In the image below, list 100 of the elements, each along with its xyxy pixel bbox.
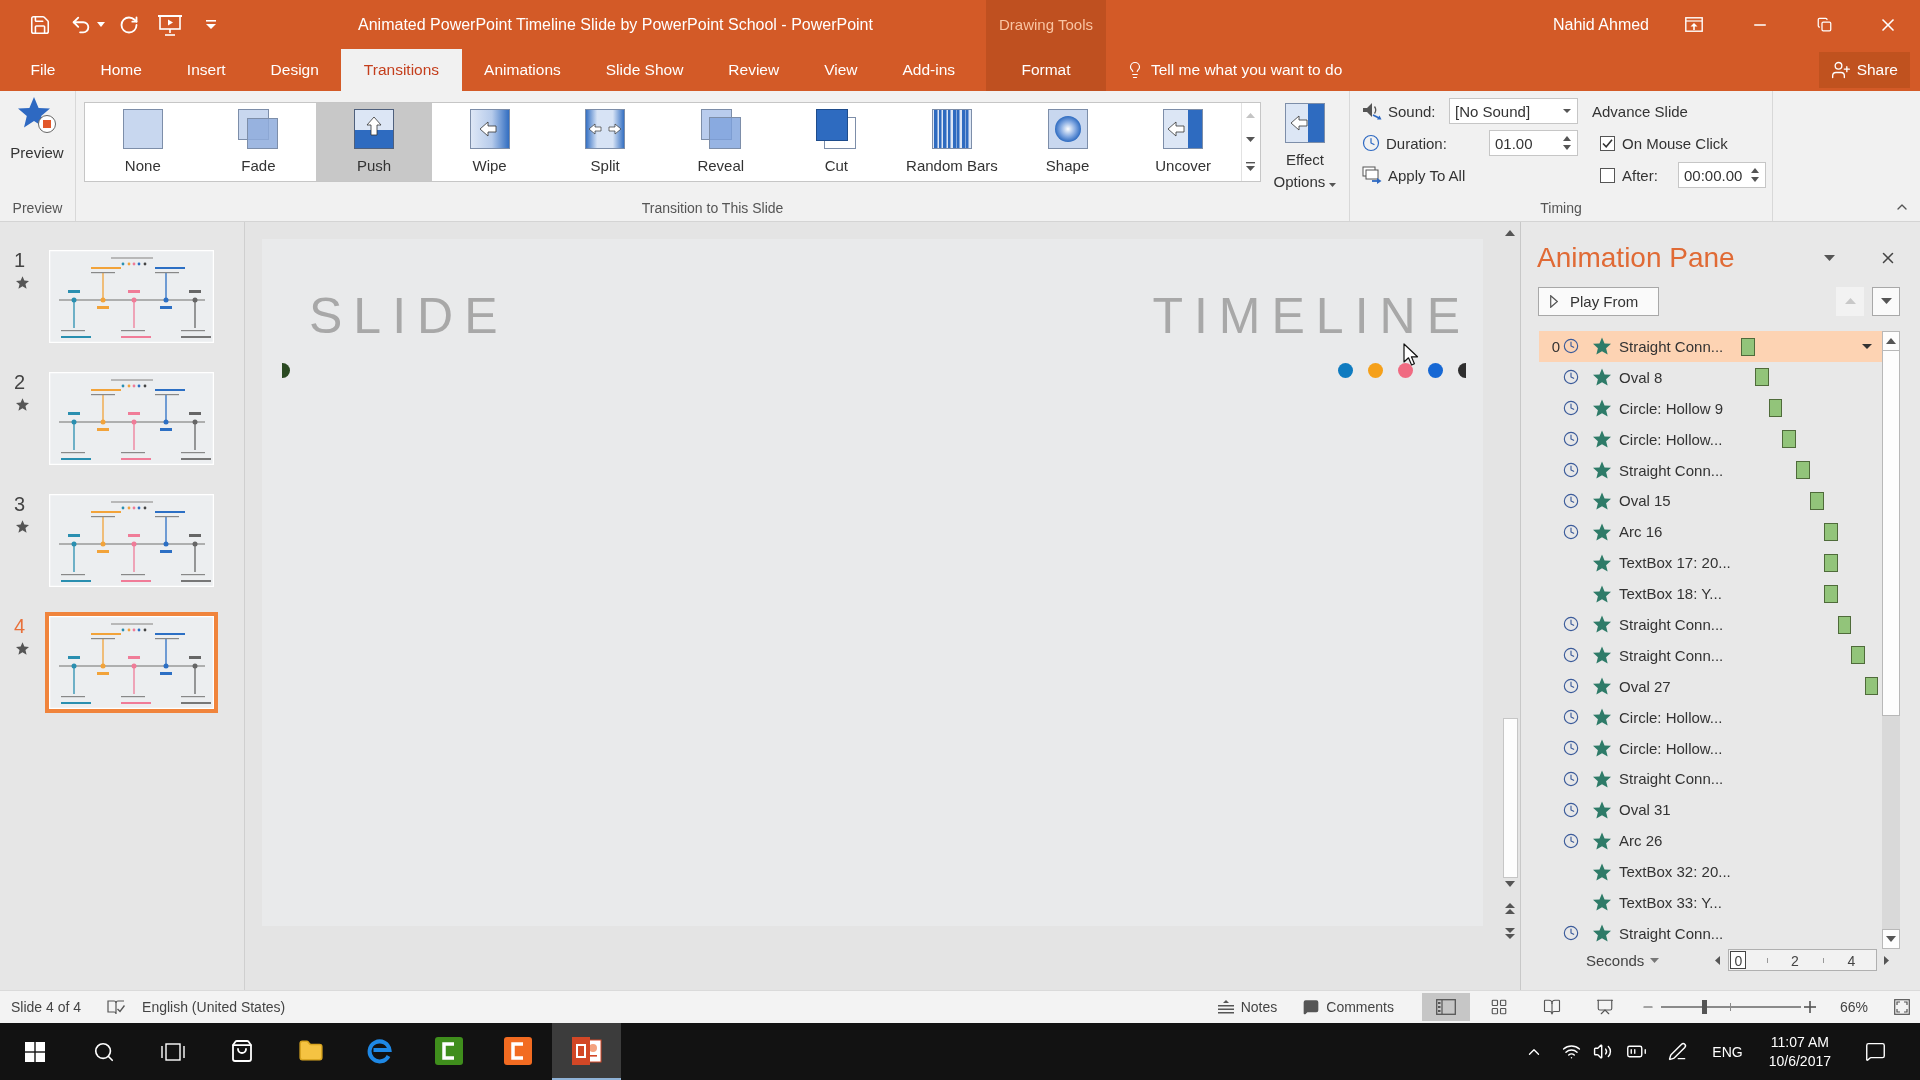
taskbar-button[interactable]	[552, 1023, 621, 1080]
animation-item[interactable]: Straight Conn...	[1539, 917, 1882, 949]
sound-dropdown[interactable]: [No Sound]	[1449, 98, 1578, 124]
restore-icon[interactable]	[1816, 17, 1832, 32]
animation-item[interactable]: Straight Conn...	[1539, 763, 1882, 795]
spin-arrows-icon[interactable]	[1751, 167, 1759, 183]
transition-option[interactable]: Cut	[778, 103, 895, 181]
ribbon-tab[interactable]: View	[801, 49, 880, 91]
scroll-down-icon[interactable]	[1246, 137, 1256, 143]
ribbon-tab[interactable]: Transitions	[341, 49, 462, 91]
transition-option[interactable]: None	[85, 103, 201, 181]
fit-to-window-icon[interactable]	[1894, 999, 1910, 1015]
scroll-down-icon[interactable]	[1505, 881, 1515, 887]
transition-option[interactable]: Uncover	[1125, 103, 1241, 181]
down-triangle-icon	[1886, 936, 1896, 942]
scroll-up-button[interactable]	[1882, 331, 1900, 351]
ribbon-tab[interactable]: Slide Show	[583, 49, 706, 91]
ribbon-tab[interactable]: Add-ins	[880, 49, 978, 91]
animation-item[interactable]: Circle: Hollow...	[1539, 701, 1882, 733]
transition-option[interactable]: Fade	[200, 103, 317, 181]
animation-item[interactable]: Oval 15	[1539, 485, 1882, 517]
animation-item[interactable]: Straight Conn...	[1539, 609, 1882, 640]
ribbon-tab[interactable]: Home	[78, 49, 165, 91]
network-icon[interactable]	[1562, 1042, 1582, 1061]
ribbon-tab[interactable]: Format	[986, 49, 1106, 91]
scroll-left-icon[interactable]	[1715, 955, 1721, 965]
after-time-spinner[interactable]: 00:00.00	[1678, 162, 1766, 188]
scrollbar-thumb[interactable]	[1502, 718, 1518, 878]
windows-start-icon[interactable]	[24, 1041, 45, 1062]
ribbon-tab[interactable]: Design	[248, 49, 342, 91]
previous-slide-icon[interactable]	[1505, 903, 1515, 914]
animation-item[interactable]: Oval 27	[1539, 670, 1882, 702]
ribbon-tab[interactable]: File	[8, 49, 78, 91]
animation-item[interactable]: Oval 8	[1539, 361, 1882, 393]
ribbon-tab[interactable]: Animations	[461, 49, 584, 91]
animation-item[interactable]: Straight Conn...	[1539, 639, 1882, 671]
zoom-in-icon[interactable]	[1803, 1001, 1816, 1013]
item-label: Oval 27	[1619, 677, 1672, 695]
animation-item[interactable]: Circle: Hollow...	[1539, 423, 1882, 455]
share-button[interactable]: Share	[1818, 52, 1910, 88]
transition-option[interactable]: Reveal	[662, 103, 779, 181]
animation-item[interactable]: TextBox 17: 20...	[1539, 547, 1882, 579]
checkbox[interactable]	[1600, 135, 1615, 151]
animation-item[interactable]: TextBox 18: Y...	[1539, 578, 1882, 609]
zoom-slider-thumb[interactable]	[1701, 1000, 1707, 1014]
caret-icon[interactable]	[97, 22, 105, 27]
ribbon-tab[interactable]: Insert	[164, 49, 249, 91]
task-view-icon[interactable]	[160, 1041, 185, 1062]
animation-item[interactable]: Straight Conn...	[1539, 454, 1882, 486]
scroll-up-icon[interactable]	[1505, 230, 1515, 236]
left-arrow-panel-icon	[1162, 108, 1205, 150]
screen-play-icon[interactable]	[158, 13, 182, 36]
animation-item[interactable]: Circle: Hollow 9	[1539, 392, 1882, 424]
ribbon-display-options-icon[interactable]	[1685, 17, 1703, 32]
animation-item[interactable]: TextBox 32: 20...	[1539, 856, 1882, 888]
animation-item[interactable]: Arc 16	[1539, 516, 1882, 548]
effect-options-button[interactable]: Effect Options	[1269, 102, 1341, 193]
transition-option[interactable]: Shape	[1009, 103, 1126, 181]
redo-icon[interactable]	[119, 14, 139, 35]
time-unit-dropdown[interactable]: Seconds	[1586, 951, 1660, 969]
pen-icon[interactable]	[1668, 1042, 1688, 1061]
apply-to-all-button[interactable]: Apply To All	[1362, 166, 1466, 184]
duration-spinner[interactable]: 01.00	[1489, 130, 1578, 156]
search-icon[interactable]	[92, 1040, 115, 1063]
preview-button[interactable]: Preview	[6, 91, 68, 163]
animation-item[interactable]: Oval 31	[1539, 794, 1882, 826]
presentation-app-icon	[571, 1036, 602, 1065]
transition-option[interactable]: Random Bars	[894, 103, 1010, 181]
notes-button[interactable]: Notes	[1217, 999, 1278, 1015]
transition-option[interactable]: Split	[547, 103, 663, 181]
move-down-button[interactable]	[1872, 286, 1900, 316]
tell-me-field[interactable]: Tell me what you want to do	[1151, 57, 1376, 83]
transition-option[interactable]: Wipe	[431, 103, 548, 181]
animation-item[interactable]: TextBox 33: Y...	[1539, 887, 1882, 918]
star-icon	[16, 276, 29, 289]
animation-item[interactable]: 0 Straight Conn...	[1539, 331, 1882, 362]
caret-icon[interactable]	[1862, 344, 1872, 349]
transition-option[interactable]: Push	[316, 103, 432, 181]
slide-number: 1	[13, 248, 26, 272]
play-from-button[interactable]: Play From	[1538, 286, 1659, 316]
caret-icon[interactable]	[1824, 255, 1835, 261]
animation-item[interactable]: Arc 26	[1539, 825, 1882, 857]
animation-item[interactable]: Circle: Hollow...	[1539, 732, 1882, 764]
scroll-down-button[interactable]	[1882, 929, 1900, 949]
notification-icon[interactable]	[1865, 1041, 1886, 1062]
more-icon[interactable]	[1246, 162, 1256, 172]
save-icon[interactable]	[29, 13, 51, 36]
spell-check-icon[interactable]	[107, 999, 126, 1015]
volume-icon[interactable]	[1593, 1042, 1613, 1061]
checkbox[interactable]	[1600, 167, 1615, 183]
ribbon-tab[interactable]: Review	[705, 49, 802, 91]
view-button[interactable]	[1421, 993, 1470, 1021]
scroll-right-icon[interactable]	[1884, 955, 1890, 965]
next-slide-icon[interactable]	[1505, 928, 1515, 939]
scrollbar-thumb[interactable]	[1882, 351, 1900, 716]
up-triangle-icon	[1886, 338, 1896, 344]
spin-arrows-icon[interactable]	[1563, 135, 1571, 151]
customize-icon[interactable]	[206, 20, 216, 29]
input-language-label[interactable]: ENG	[1712, 1043, 1743, 1060]
comments-button[interactable]: Comments	[1303, 999, 1394, 1015]
